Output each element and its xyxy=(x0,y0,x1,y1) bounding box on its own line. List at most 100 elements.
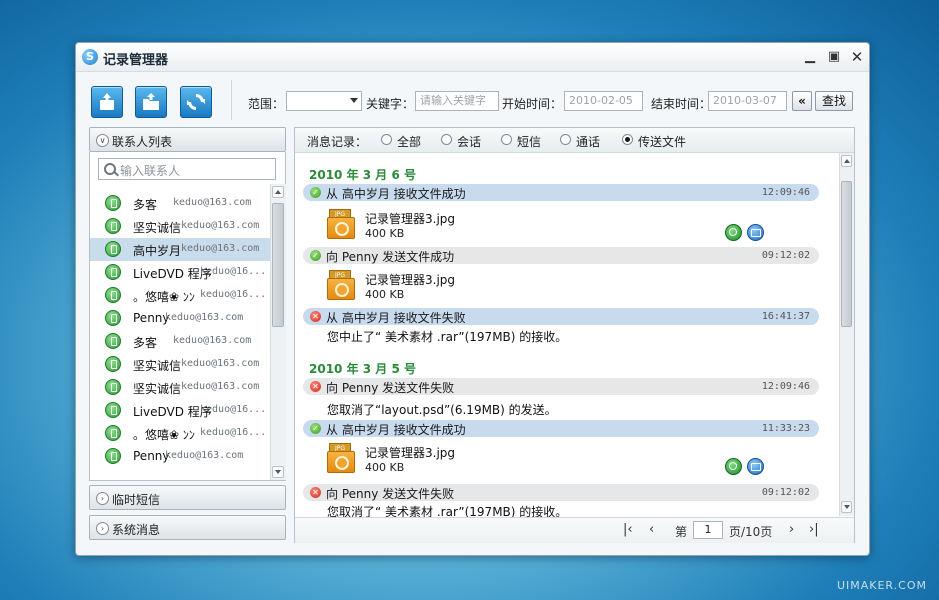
contact-search-placeholder: 输入联系人 xyxy=(120,164,181,178)
mobile-contact-icon xyxy=(105,379,121,395)
contact-name: 高中岁月 xyxy=(133,244,182,258)
file-size: 400 KB xyxy=(365,227,405,240)
contact-item[interactable]: 。悠嘻❀ ﾝﾝ keduo@16... xyxy=(90,422,270,445)
page-label: 第 xyxy=(675,525,688,539)
message-list: 2010 年 3 月 6 号 ✓ 从 高中岁月 接收文件成功 12:09:46 … xyxy=(295,153,839,517)
contact-item[interactable]: 。悠嘻❀ ﾝﾝ keduo@16... xyxy=(90,284,270,307)
keyword-input[interactable]: 请输入关键字 xyxy=(415,91,499,111)
contact-item[interactable]: LiveDVD 程序 keduo@16... xyxy=(90,399,270,422)
import-button[interactable] xyxy=(135,86,167,118)
contact-email: keduo@163.com xyxy=(173,197,252,208)
contact-email: keduo@163.com xyxy=(181,381,260,392)
contact-search-input[interactable]: 输入联系人 xyxy=(98,158,276,180)
chevron-down-icon: ∨ xyxy=(96,134,109,147)
chevron-right-icon: › xyxy=(96,492,109,505)
search-button[interactable]: 查找 xyxy=(815,91,853,111)
close-button[interactable]: ✕ xyxy=(847,47,867,67)
file-name[interactable]: 记录管理器3.jpg xyxy=(365,271,455,288)
mobile-contact-icon xyxy=(105,264,121,280)
scroll-up-button[interactable] xyxy=(272,186,284,198)
contact-name: 坚实诚信 xyxy=(133,221,182,235)
event-time: 09:12:02 xyxy=(761,250,810,261)
maximize-button[interactable]: ▣ xyxy=(824,47,844,67)
filter-label: 消息记录： xyxy=(307,135,368,149)
message-list-scrollbar[interactable] xyxy=(839,153,854,516)
file-name[interactable]: 记录管理器3.jpg xyxy=(365,210,455,227)
contact-item[interactable]: 坚实诚信 keduo@163.com xyxy=(90,215,270,238)
chevron-right-icon: › xyxy=(96,522,109,535)
event-time: 16:41:37 xyxy=(761,311,810,322)
rewind-button[interactable]: « xyxy=(792,91,812,111)
page-number-input[interactable]: 1 xyxy=(693,521,723,539)
start-time-input[interactable]: 2010-02-05 xyxy=(564,91,643,111)
system-messages-header[interactable]: › 系统消息 xyxy=(89,515,286,540)
chevron-down-icon xyxy=(350,98,358,103)
first-page-button[interactable]: |‹ xyxy=(623,522,633,537)
contact-item[interactable]: 高中岁月 keduo@163.com xyxy=(90,238,270,261)
contact-email: keduo@163.com xyxy=(181,220,260,231)
contact-email: keduo@16... xyxy=(200,266,267,277)
event-bar: ✓ 从 高中岁月 接收文件成功 12:09:46 xyxy=(303,184,819,201)
message-filter-bar: 消息记录： 全部 会话 短信 通话 传送文件 xyxy=(295,128,854,153)
contact-name: 。悠嘻❀ ﾝﾝ xyxy=(133,290,195,304)
scroll-up-button[interactable] xyxy=(841,155,852,167)
refresh-button[interactable] xyxy=(180,86,212,118)
contact-item[interactable]: LiveDVD 程序 keduo@16... xyxy=(90,261,270,284)
date-heading: 2010 年 3 月 5 号 xyxy=(309,362,416,376)
view-file-icon[interactable] xyxy=(725,458,742,475)
mobile-contact-icon xyxy=(105,425,121,441)
contact-list-scrollbar[interactable] xyxy=(270,184,286,480)
mobile-contact-icon xyxy=(105,218,121,234)
contact-name: 。悠嘻❀ ﾝﾝ xyxy=(133,428,195,442)
mobile-contact-icon xyxy=(105,402,121,418)
range-select[interactable] xyxy=(286,91,362,111)
pagination-bar: |‹ ‹ 第 1 页/10页 › ›| xyxy=(295,517,854,543)
view-file-icon[interactable] xyxy=(725,224,742,241)
toolbar-separator xyxy=(231,80,232,120)
scroll-down-button[interactable] xyxy=(272,466,284,478)
success-icon: ✓ xyxy=(310,250,321,261)
export-button[interactable] xyxy=(91,86,123,118)
file-size: 400 KB xyxy=(365,461,405,474)
event-text: 从 高中岁月 接收文件失败 xyxy=(326,311,466,325)
event-time: 12:09:46 xyxy=(761,381,810,392)
sms-header[interactable]: › 临时短信 xyxy=(89,485,286,510)
sms-header-label: 临时短信 xyxy=(112,493,161,507)
contact-item[interactable]: 坚实诚信 keduo@163.com xyxy=(90,376,270,399)
contact-item[interactable]: Penny keduo@163.com xyxy=(90,445,270,468)
event-time: 12:09:46 xyxy=(761,187,810,198)
contact-email: keduo@16... xyxy=(200,404,267,415)
minimize-button[interactable]: ▁ xyxy=(800,47,820,67)
mobile-contact-icon xyxy=(105,333,121,349)
contact-list-panel: 输入联系人 多客 keduo@163.com 坚实诚信 keduo@163.com 高中… xyxy=(89,152,286,481)
contact-email: keduo@16... xyxy=(200,289,267,300)
prev-page-button[interactable]: ‹ xyxy=(649,522,654,537)
contact-item[interactable]: Penny keduo@163.com xyxy=(90,307,270,330)
date-heading: 2010 年 3 月 6 号 xyxy=(309,168,416,182)
contact-name: 多客 xyxy=(133,198,158,212)
end-time-input[interactable]: 2010-03-07 xyxy=(708,91,787,111)
open-folder-icon[interactable] xyxy=(747,458,764,475)
contact-item[interactable]: 坚实诚信 keduo@163.com xyxy=(90,353,270,376)
contacts-header[interactable]: ∨ 联系人列表 xyxy=(89,127,286,152)
failure-icon: ✕ xyxy=(310,487,321,498)
contact-item[interactable]: 多客 keduo@163.com xyxy=(90,330,270,353)
title-bar[interactable]: S 记录管理器 ▁ ▣ ✕ xyxy=(76,43,869,72)
contact-email: keduo@163.com xyxy=(181,243,260,254)
scroll-thumb[interactable] xyxy=(272,203,284,327)
success-icon: ✓ xyxy=(310,423,321,434)
mobile-contact-icon xyxy=(105,195,121,211)
file-name[interactable]: 记录管理器3.jpg xyxy=(365,444,455,461)
scroll-thumb[interactable] xyxy=(841,181,852,327)
event-message: 您取消了“ 美术素材 .rar”(197MB) 的接收。 xyxy=(327,505,568,517)
scroll-down-button[interactable] xyxy=(841,501,852,513)
mobile-contact-icon xyxy=(105,356,121,372)
last-page-button[interactable]: ›| xyxy=(809,522,819,537)
open-folder-icon[interactable] xyxy=(747,224,764,241)
mobile-contact-icon xyxy=(105,310,121,326)
page-total: 页/10页 xyxy=(729,525,773,539)
next-page-button[interactable]: › xyxy=(789,522,794,537)
event-bar: ✕ 向 Penny 发送文件失败 12:09:46 xyxy=(303,378,819,395)
contact-item[interactable]: 多客 keduo@163.com xyxy=(90,192,270,215)
mobile-contact-icon xyxy=(105,241,121,257)
